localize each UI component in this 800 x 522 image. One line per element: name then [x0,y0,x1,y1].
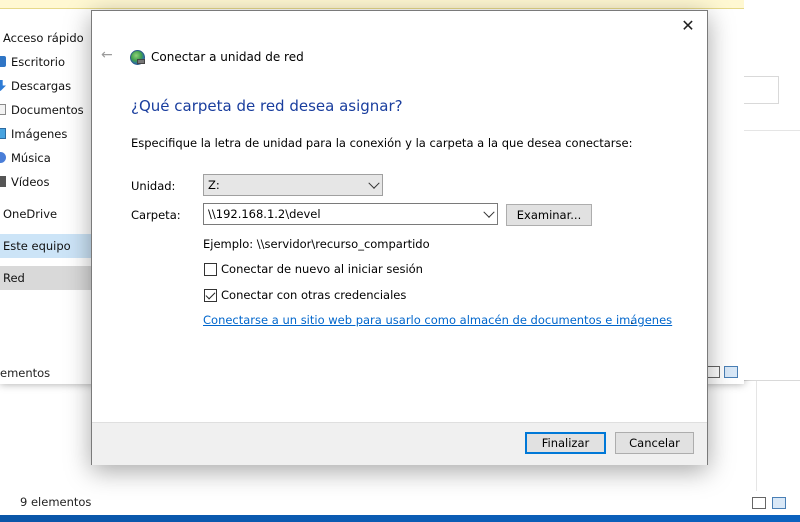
nav-item-label: Descargas [11,79,72,93]
large-icons-view-icon[interactable] [724,366,738,378]
drive-select-value: Z: [208,178,220,192]
nav-item-label: Música [11,151,51,165]
document-icon [0,104,6,115]
drive-label: Unidad: [131,179,176,193]
explorer-back-view-switcher [752,497,786,509]
pictures-icon [0,128,6,139]
credentials-label: Conectar con otras credenciales [221,288,407,302]
browse-button[interactable]: Examinar... [506,204,592,226]
nav-item-documents[interactable]: Documentos [0,98,92,122]
nav-item-label: Este equipo [3,239,71,253]
credentials-checkbox[interactable] [204,288,217,302]
search-box-edge[interactable] [744,76,779,104]
nav-item-music[interactable]: Música [0,146,92,170]
network-drive-icon [130,49,145,65]
dialog-instruction: Especifique la letra de unidad para la c… [131,136,633,150]
details-view-icon[interactable] [706,366,720,378]
nav-item-downloads[interactable]: Descargas [0,74,92,98]
music-icon [0,152,6,163]
nav-item-label: Vídeos [11,175,50,189]
folder-example: Ejemplo: \\servidor\recurso_compartido [203,237,430,251]
nav-item-this-pc[interactable]: Este equipo [0,234,92,258]
large-icons-view-icon[interactable] [772,497,786,509]
dialog-title-row: Conectar a unidad de red [130,47,304,67]
navigation-pane: Acceso rápido Escritorio Descargas Docum… [0,26,92,290]
details-view-icon[interactable] [752,497,766,509]
nav-item-desktop[interactable]: Escritorio [0,50,92,74]
back-arrow-icon[interactable]: ← [101,47,113,63]
web-storage-link[interactable]: Conectarse a un sitio web para usarlo co… [203,313,672,327]
folder-input-value: \\192.168.1.2\devel [208,207,321,221]
nav-item-label: Escritorio [11,55,66,69]
dialog-title: Conectar a unidad de red [151,50,304,64]
chevron-down-icon [368,177,380,189]
nav-item-label: Acceso rápido [3,31,84,45]
folder-input[interactable]: \\192.168.1.2\devel [203,203,498,225]
nav-item-quick-access[interactable]: Acceso rápido [0,26,92,50]
download-icon [0,80,6,91]
nav-item-label: Imágenes [11,127,68,141]
cancel-button[interactable]: Cancelar [615,432,694,454]
link-period: . [630,313,634,327]
drive-select[interactable]: Z: [203,174,383,196]
folder-label: Carpeta: [131,208,181,222]
reconnect-label: Conectar de nuevo al iniciar sesión [221,262,423,276]
nav-item-label: Documentos [11,103,84,117]
dialog-footer: Finalizar Cancelar [92,422,707,465]
video-icon [0,176,6,187]
nav-item-onedrive[interactable]: OneDrive [0,202,92,226]
explorer-front-status: ementos [0,366,51,380]
nav-item-network[interactable]: Red [0,266,92,290]
finish-button[interactable]: Finalizar [525,432,606,454]
divider [744,130,800,131]
explorer-front-view-switcher [706,366,738,378]
nav-item-label: Red [3,271,25,285]
chevron-down-icon[interactable] [483,206,495,218]
desktop-icon [0,56,6,67]
map-network-drive-dialog: ✕ ← Conectar a unidad de red ¿Qué carpet… [91,10,708,465]
credentials-option[interactable]: Conectar con otras credenciales [204,288,406,302]
explorer-back-right-pane [756,381,800,491]
reconnect-checkbox[interactable] [204,262,217,276]
dialog-heading: ¿Qué carpeta de red desea asignar? [131,97,403,115]
explorer-front-right-edge [744,0,800,380]
reconnect-option[interactable]: Conectar de nuevo al iniciar sesión [204,262,423,276]
explorer-info-bar [0,0,744,9]
nav-item-pictures[interactable]: Imágenes [0,122,92,146]
explorer-back-status: 9 elementos [20,495,92,509]
nav-item-label: OneDrive [3,207,58,221]
close-button[interactable]: ✕ [677,15,699,37]
nav-item-videos[interactable]: Vídeos [0,170,92,194]
